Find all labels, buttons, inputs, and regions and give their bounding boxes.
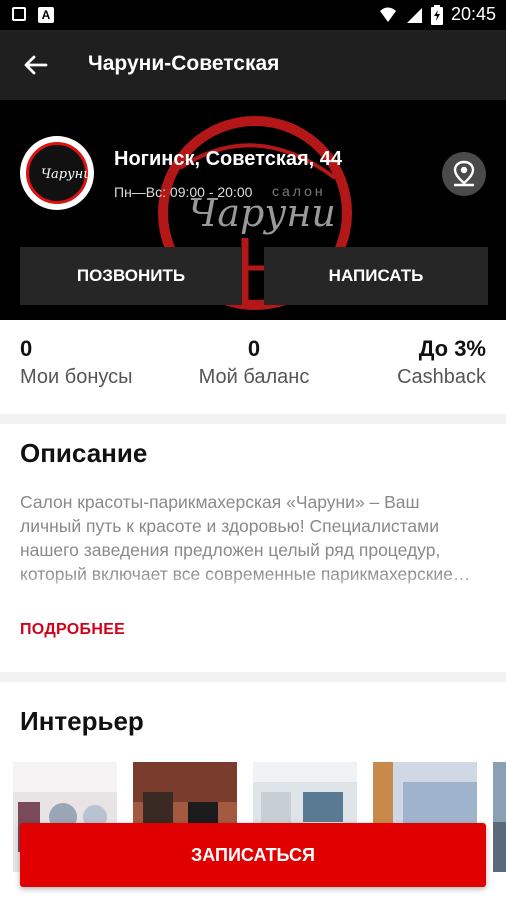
book-button[interactable]: ЗАПИСАТЬСЯ xyxy=(20,823,486,887)
balance-label: Мой баланс xyxy=(198,366,310,388)
app-notification-icon: A xyxy=(38,7,54,23)
signal-icon xyxy=(406,7,422,23)
interior-heading: Интерьер xyxy=(20,706,144,736)
page-title: Чаруни-Советская xyxy=(88,52,280,75)
salon-header: Чаруни салон Чаруни Ногинск, Советская, … xyxy=(0,100,506,320)
cashback-label: Cashback xyxy=(397,366,486,388)
write-button[interactable]: НАПИСАТЬ xyxy=(264,247,488,305)
salon-logo: Чаруни xyxy=(20,136,94,210)
description-section: Описание Салон красоты-парикмахерская «Ч… xyxy=(0,424,506,672)
bonus-label: Мои бонусы xyxy=(20,366,133,388)
app-bar: Чаруни-Советская xyxy=(0,30,506,100)
svg-text:салон: салон xyxy=(272,183,326,199)
salon-hours: Пн—Вс: 09:00 - 20:00 xyxy=(114,184,253,200)
status-bar: A 20:45 xyxy=(0,0,506,30)
wifi-icon xyxy=(379,7,396,22)
balance-stat: 0 Мой баланс xyxy=(192,336,316,389)
salon-logo-text: Чаруни xyxy=(41,167,92,182)
divider xyxy=(0,672,506,682)
call-button[interactable]: ПОЗВОНИТЬ xyxy=(20,247,242,305)
read-more-link[interactable]: ПОДРОБНЕЕ xyxy=(20,621,125,639)
description-heading: Описание xyxy=(20,438,148,468)
map-button[interactable] xyxy=(442,152,486,196)
cashback-value: До 3% xyxy=(418,336,486,361)
balance-value: 0 xyxy=(247,336,261,361)
cashback-stat: До 3% Cashback xyxy=(397,336,486,389)
battery-icon xyxy=(430,4,443,25)
bonus-stat: 0 Мои бонусы xyxy=(20,336,133,389)
salon-address: Ногинск, Советская, 44 xyxy=(114,148,342,170)
bonus-value: 0 xyxy=(20,336,33,361)
location-pin-icon xyxy=(453,160,475,187)
stats-row: 0 Мои бонусы 0 Мой баланс До 3% Cashback xyxy=(0,320,506,414)
interior-photo[interactable] xyxy=(493,762,506,872)
back-arrow-icon[interactable] xyxy=(20,50,50,80)
clock: 20:45 xyxy=(450,4,496,24)
image-notification-icon xyxy=(12,7,26,21)
divider xyxy=(0,414,506,424)
text-fade xyxy=(20,572,486,602)
